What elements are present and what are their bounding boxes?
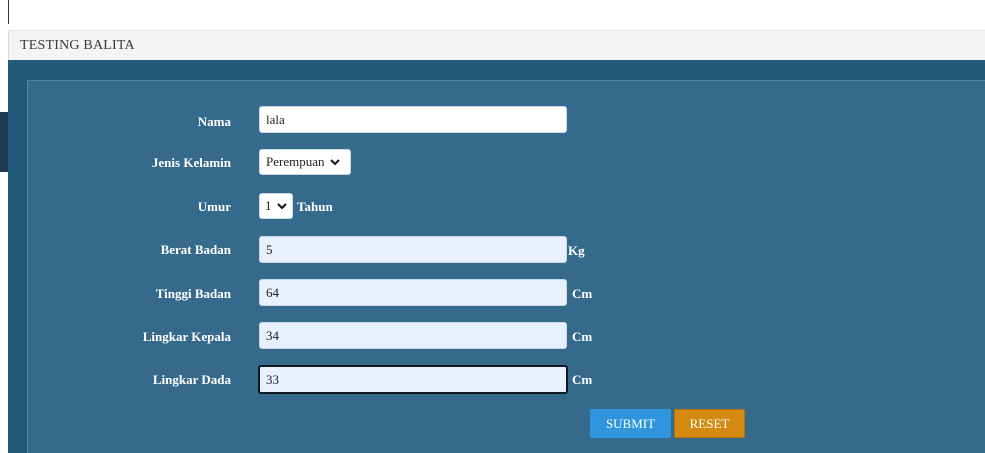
berat-badan-label: Berat Badan	[160, 242, 231, 257]
lingkar-kepala-input[interactable]	[259, 322, 567, 349]
submit-button[interactable]: SUBMIT	[590, 409, 671, 438]
chevron-down-icon	[330, 158, 341, 169]
tinggi-badan-unit: Cm	[572, 286, 593, 301]
lingkar-dada-unit: Cm	[572, 372, 593, 387]
title-bar: TESTING BALITA	[8, 30, 985, 60]
reset-button[interactable]: RESET	[674, 409, 745, 438]
berat-badan-input[interactable]	[259, 236, 567, 263]
tinggi-badan-label: Tinggi Badan	[155, 286, 231, 301]
umur-label: Umur	[197, 199, 231, 214]
form-inner-panel	[27, 80, 985, 453]
umur-unit: Tahun	[297, 199, 333, 214]
umur-value: 1	[265, 198, 272, 213]
lingkar-kepala-label: Lingkar Kepala	[142, 329, 231, 344]
page-title: TESTING BALITA	[20, 38, 135, 53]
tinggi-badan-input[interactable]	[259, 279, 567, 306]
chevron-down-icon	[276, 202, 287, 213]
nama-label: Nama	[197, 114, 231, 129]
berat-badan-unit: Kg	[568, 243, 585, 258]
jenis-kelamin-label: Jenis Kelamin	[151, 155, 231, 170]
lingkar-dada-input[interactable]	[258, 365, 568, 394]
jenis-kelamin-value: Perempuan	[266, 154, 325, 169]
lingkar-dada-label: Lingkar Dada	[152, 372, 231, 387]
nama-input[interactable]	[259, 106, 567, 133]
lingkar-kepala-unit: Cm	[572, 329, 593, 344]
umur-select[interactable]: 1	[259, 193, 293, 219]
jenis-kelamin-select[interactable]: Perempuan	[259, 149, 351, 175]
left-border-line	[8, 0, 9, 24]
